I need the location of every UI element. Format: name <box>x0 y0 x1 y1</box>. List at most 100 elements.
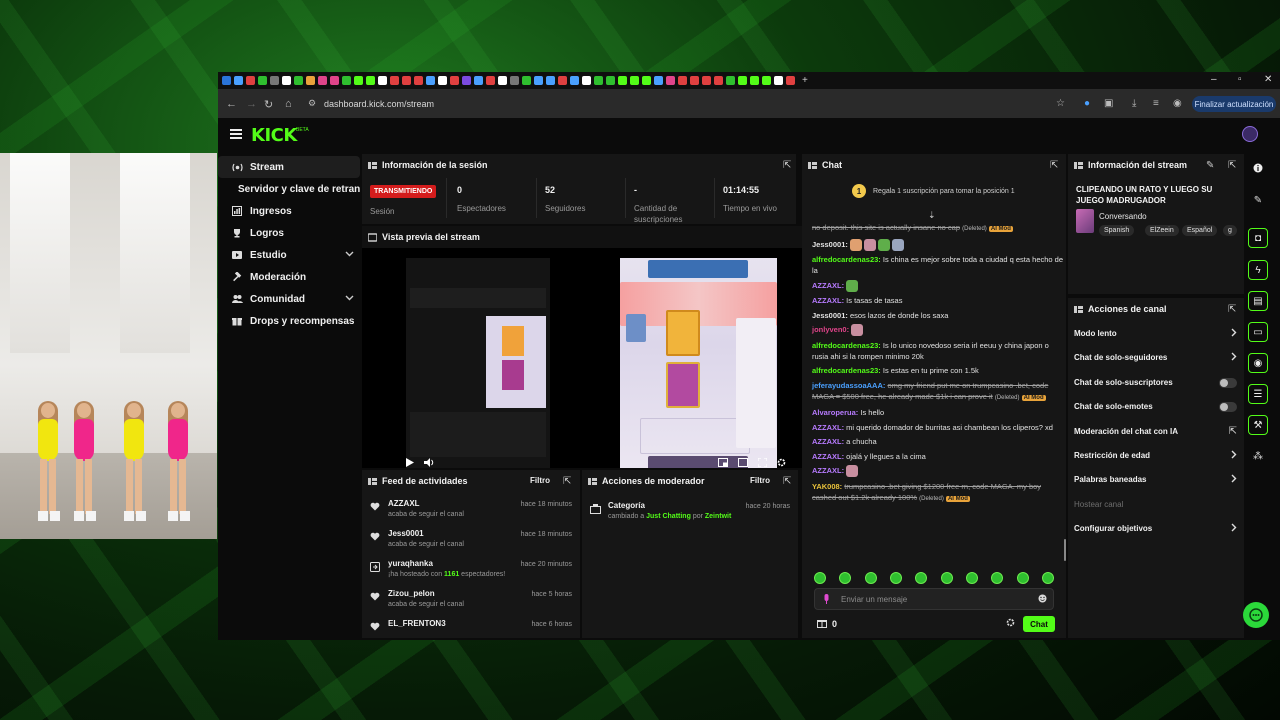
chat-username[interactable]: AZZAXL: <box>812 281 844 290</box>
sidebar-item-comunidad[interactable]: Comunidad <box>218 288 360 310</box>
popout-icon[interactable]: ⇱ <box>563 476 571 487</box>
tab-favicon[interactable] <box>618 76 627 85</box>
minimize-icon[interactable]: – <box>1211 74 1217 85</box>
chat-username[interactable]: Jess0001: <box>812 240 848 249</box>
feed-item[interactable]: yuraqhanka ¡ha hosteado con 1161 espectad… <box>362 556 580 586</box>
chat-message[interactable]: Jess0001: <box>812 238 1064 251</box>
chat-message[interactable]: alfredocardenas23: Is estas en tu prime … <box>812 365 1064 376</box>
popout-icon[interactable]: ⇱ <box>783 476 791 487</box>
site-info-icon[interactable]: ⚙ <box>308 98 316 109</box>
tab-favicon[interactable] <box>318 76 327 85</box>
tab-favicon[interactable] <box>534 76 543 85</box>
channel-action-chat-de-solo-emotes[interactable]: Chat de solo-emotes <box>1068 395 1243 419</box>
tab-favicon[interactable] <box>666 76 675 85</box>
emote-shortcut[interactable] <box>814 572 826 584</box>
stream-preview-video[interactable] <box>362 248 802 468</box>
chat-username[interactable]: AZZAXL: <box>812 452 844 461</box>
emoji-icon[interactable] <box>1038 594 1047 606</box>
menu-icon[interactable] <box>230 129 242 139</box>
back-icon[interactable]: ← <box>226 98 237 110</box>
chevron-right-icon[interactable] <box>1231 328 1237 340</box>
theater-icon[interactable] <box>738 457 748 467</box>
tab-favicon[interactable] <box>774 76 783 85</box>
profile-icon[interactable]: ◉ <box>1173 98 1182 109</box>
emote-shortcut[interactable] <box>864 572 877 584</box>
broadcast-icon[interactable]: ◉ <box>1248 353 1268 373</box>
feed-filter-button[interactable]: Filtro <box>530 476 550 485</box>
bookmark-star-icon[interactable]: ☆ <box>1056 98 1065 109</box>
tab-favicon[interactable] <box>354 76 363 85</box>
chat-username[interactable]: alfredocardenas23: <box>812 366 881 375</box>
new-tab-icon[interactable]: + <box>802 75 808 86</box>
channel-action-chat-de-solo-seguidores[interactable]: Chat de solo-seguidores <box>1068 346 1243 370</box>
chevron-down-icon[interactable] <box>345 293 354 304</box>
chat-username[interactable]: jeferayudassoaAAA: <box>812 381 885 390</box>
tab-favicon[interactable] <box>702 76 711 85</box>
fullscreen-icon[interactable] <box>758 457 767 467</box>
chat-message[interactable]: jeferayudassoaAAA: omg my friend put me … <box>812 380 1064 404</box>
update-browser-button[interactable]: Finalizar actualización <box>1192 96 1276 112</box>
tab-favicon[interactable] <box>750 76 759 85</box>
mod-filter-button[interactable]: Filtro <box>750 476 770 485</box>
share-icon[interactable]: ⁂ <box>1248 446 1268 466</box>
document-icon[interactable]: ▤ <box>1248 291 1268 311</box>
tab-favicon[interactable] <box>222 76 231 85</box>
tab-favicon[interactable] <box>522 76 531 85</box>
home-icon[interactable]: ⌂ <box>285 98 292 110</box>
stream-tag[interactable]: Spanish <box>1099 225 1135 236</box>
tab-favicon[interactable] <box>714 76 723 85</box>
microphone-icon[interactable] <box>823 594 830 607</box>
chat-message[interactable]: alfredocardenas23: Is china es mejor sob… <box>812 254 1064 276</box>
chevron-right-icon[interactable] <box>1231 450 1237 462</box>
tab-favicon[interactable] <box>474 76 483 85</box>
tab-favicon[interactable] <box>570 76 579 85</box>
sidebar-item-servidor-y-clave-de-retransmision[interactable]: Servidor y clave de retransmisión <box>218 178 360 200</box>
tab-favicon[interactable] <box>654 76 663 85</box>
emote-shortcut[interactable] <box>1016 572 1029 584</box>
support-chat-icon[interactable] <box>1243 602 1269 628</box>
tab-favicon[interactable] <box>510 76 519 85</box>
popout-icon[interactable]: ⇱ <box>1228 160 1236 171</box>
tab-favicon[interactable] <box>498 76 507 85</box>
chat-icon[interactable]: ▭ <box>1248 322 1268 342</box>
tab-favicon[interactable] <box>642 76 651 85</box>
tab-favicon[interactable] <box>546 76 555 85</box>
tab-favicon[interactable] <box>558 76 567 85</box>
list-icon[interactable]: ☰ <box>1248 384 1268 404</box>
feed-item[interactable]: Jess0001 acaba de seguir el canal hace 18 … <box>362 526 580 556</box>
chevron-right-icon[interactable] <box>1231 474 1237 486</box>
feed-item[interactable]: EL_FRENTON3 hace 6 horas <box>362 616 580 638</box>
tab-favicon[interactable] <box>594 76 603 85</box>
emote-shortcut[interactable] <box>940 572 953 584</box>
tab-favicon[interactable] <box>366 76 375 85</box>
chat-message[interactable]: AZZAXL: ojalá y llegues a la cima <box>812 451 1064 462</box>
channel-action-palabras-baneadas[interactable]: Palabras baneadas <box>1068 468 1243 492</box>
info-circle-icon[interactable] <box>1248 158 1268 178</box>
toggle-switch[interactable] <box>1219 377 1237 388</box>
chat-message[interactable]: Jess0001: esos lazos de donde los saxa <box>812 310 1064 321</box>
chat-username[interactable]: AZZAXL: <box>812 423 844 432</box>
tab-favicon[interactable] <box>234 76 243 85</box>
emote-shortcut[interactable] <box>915 572 928 584</box>
chat-message[interactable]: no deposit. this site is actually insane… <box>812 222 1064 235</box>
sidebar-item-ingresos[interactable]: Ingresos <box>218 200 360 222</box>
chat-settings-icon[interactable] <box>1006 618 1015 630</box>
channel-action-configurar-objetivos[interactable]: Configurar objetivos <box>1068 517 1243 541</box>
chat-message[interactable]: AZZAXL: <box>812 279 1064 292</box>
sidebar-item-estudio[interactable]: Estudio <box>218 244 360 266</box>
popout-icon[interactable]: ⇱ <box>1228 304 1236 315</box>
chevron-right-icon[interactable] <box>1231 352 1237 364</box>
close-icon[interactable]: ✕ <box>1264 74 1272 85</box>
tab-favicon[interactable] <box>438 76 447 85</box>
chat-scrollbar[interactable] <box>1064 539 1066 561</box>
tab-favicon[interactable] <box>258 76 267 85</box>
wrench-icon[interactable]: ⚒ <box>1248 415 1268 435</box>
tab-favicon[interactable] <box>402 76 411 85</box>
tab-favicon[interactable] <box>378 76 387 85</box>
volume-icon[interactable] <box>424 457 434 467</box>
chat-message[interactable]: Alvaroperua: Is hello <box>812 407 1064 418</box>
tab-favicon[interactable] <box>282 76 291 85</box>
channel-action-chat-de-solo-suscriptores[interactable]: Chat de solo-suscriptores <box>1068 371 1243 395</box>
chat-username[interactable]: alfredocardenas23: <box>812 341 881 350</box>
sidebar-item-stream[interactable]: Stream <box>218 156 360 178</box>
